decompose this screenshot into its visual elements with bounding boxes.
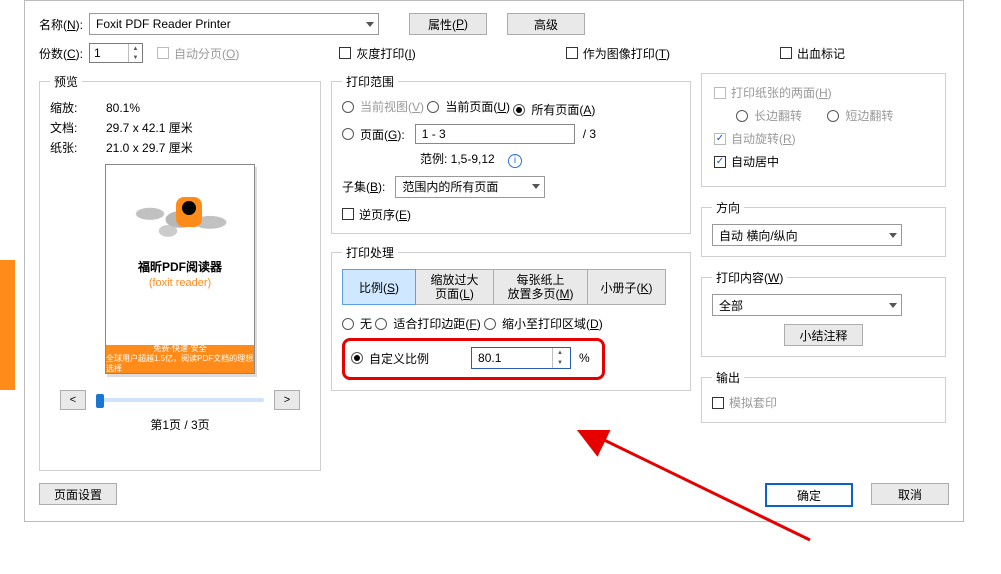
output-group: 输出 模拟套印 xyxy=(701,369,946,423)
copies-input[interactable] xyxy=(90,44,128,62)
print-as-image-label: 作为图像打印(T) xyxy=(583,45,670,62)
chevron-down-icon xyxy=(532,184,540,189)
printer-select[interactable]: Foxit PDF Reader Printer xyxy=(89,13,379,35)
scale-custom-radio[interactable] xyxy=(351,352,363,364)
zoom-label: 缩放: xyxy=(50,98,106,118)
reverse-order-checkbox[interactable] xyxy=(342,208,354,220)
reverse-order-label: 逆页序(E) xyxy=(359,206,411,223)
info-icon[interactable]: i xyxy=(508,154,522,168)
tab-booklet[interactable]: 小册子(K) xyxy=(588,269,666,305)
ok-button[interactable]: 确定 xyxy=(765,483,853,507)
collate-checkbox xyxy=(157,47,169,59)
pages-radio[interactable] xyxy=(342,128,354,140)
print-content-legend: 打印内容(W) xyxy=(712,269,787,286)
auto-rotate-label: 自动旋转(R) xyxy=(731,130,796,147)
cancel-button[interactable]: 取消 xyxy=(871,483,949,505)
duplex-group: 打印纸张的两面(H) 长边翻转 短边翻转 自动旋转(R) 自动居中 xyxy=(701,73,946,187)
page-handling-legend: 打印处理 xyxy=(342,244,398,261)
print-as-image-checkbox[interactable] xyxy=(566,47,578,59)
doc-size-value: 29.7 x 42.1 厘米 xyxy=(106,118,193,138)
short-edge-radio xyxy=(827,110,839,122)
simulate-overprint-label: 模拟套印 xyxy=(729,394,777,411)
copies-label: 份数(C): xyxy=(39,45,83,62)
duplex-checkbox xyxy=(714,87,726,99)
all-pages-radio[interactable] xyxy=(513,104,525,116)
paper-size-value: 21.0 x 29.7 厘米 xyxy=(106,138,193,158)
collate-label: 自动分页(O) xyxy=(174,45,239,62)
print-content-group: 打印内容(W) 全部 小结注释 xyxy=(701,269,946,357)
page-preview: 福昕PDF阅读器 (foxit reader) 免费·快速·安全 全球用户超越1… xyxy=(105,164,255,374)
tab-multiple[interactable]: 每张纸上 放置多页(M) xyxy=(494,269,588,305)
scale-shrink-radio[interactable] xyxy=(484,318,496,330)
page-setup-button[interactable]: 页面设置 xyxy=(39,483,117,505)
summarize-comments-button[interactable]: 小结注释 xyxy=(784,324,862,346)
range-example: 范例: 1,5-9,12 xyxy=(420,152,495,166)
print-range-legend: 打印范围 xyxy=(342,73,398,90)
scale-custom-label: 自定义比例 xyxy=(369,350,429,367)
grayscale-checkbox[interactable] xyxy=(339,47,351,59)
print-dialog: 名称(N): Foxit PDF Reader Printer 属性(P) 高级… xyxy=(24,0,964,522)
print-content-select[interactable]: 全部 xyxy=(712,294,902,316)
logo-icon xyxy=(176,197,202,227)
chevron-down-icon xyxy=(889,233,897,238)
doc-size-label: 文档: xyxy=(50,118,106,138)
subset-select[interactable]: 范围内的所有页面 xyxy=(395,176,545,198)
auto-center-checkbox[interactable] xyxy=(714,156,726,168)
auto-center-label: 自动居中 xyxy=(731,153,779,170)
bleed-marks-label: 出血标记 xyxy=(797,45,845,62)
advanced-button[interactable]: 高级 xyxy=(507,13,585,35)
print-range-group: 打印范围 当前视图(V) 当前页面(U) 所有页面(A) 页面(G): / 3 xyxy=(331,73,691,234)
percent-label: % xyxy=(579,351,590,365)
paper-size-label: 纸张: xyxy=(50,138,106,158)
preview-group: 预览 缩放:80.1% 文档:29.7 x 42.1 厘米 纸张:21.0 x … xyxy=(39,73,321,471)
scale-fit-radio[interactable] xyxy=(375,318,387,330)
scale-none-radio[interactable] xyxy=(342,318,354,330)
custom-scale-spinner[interactable]: ▲▼ xyxy=(471,347,571,369)
simulate-overprint-checkbox[interactable] xyxy=(712,397,724,409)
duplex-label: 打印纸张的两面(H) xyxy=(731,84,832,101)
output-legend: 输出 xyxy=(712,369,744,386)
orientation-select[interactable]: 自动 横向/纵向 xyxy=(712,224,902,246)
properties-button[interactable]: 属性(P) xyxy=(409,13,487,35)
subset-label: 子集(B): xyxy=(342,178,385,195)
page-total: / 3 xyxy=(583,127,596,141)
chevron-down-icon xyxy=(366,22,374,27)
preview-legend: 预览 xyxy=(50,73,82,90)
orientation-legend: 方向 xyxy=(712,199,744,216)
prev-page-button[interactable]: < xyxy=(60,390,86,410)
orientation-group: 方向 自动 横向/纵向 xyxy=(701,199,946,257)
next-page-button[interactable]: > xyxy=(274,390,300,410)
current-page-radio[interactable] xyxy=(427,101,439,113)
page-range-input[interactable] xyxy=(415,124,575,144)
zoom-value: 80.1% xyxy=(106,98,140,118)
custom-scale-highlight: 自定义比例 ▲▼ % xyxy=(342,338,605,380)
tab-tile[interactable]: 缩放过大 页面(L) xyxy=(416,269,494,305)
grayscale-label: 灰度打印(I) xyxy=(356,45,415,62)
page-slider[interactable] xyxy=(96,398,264,402)
long-edge-radio xyxy=(736,110,748,122)
copies-spinner[interactable]: ▲▼ xyxy=(89,43,143,63)
tab-scale[interactable]: 比例(S) xyxy=(342,269,416,305)
page-handling-group: 打印处理 比例(S) 缩放过大 页面(L) 每张纸上 放置多页(M) 小册子(K… xyxy=(331,244,691,391)
page-indicator: 第1页 / 3页 xyxy=(50,416,310,433)
custom-scale-input[interactable] xyxy=(472,348,552,368)
auto-rotate-checkbox xyxy=(714,133,726,145)
current-view-radio xyxy=(342,101,354,113)
name-label: 名称(N): xyxy=(39,16,83,33)
bleed-marks-checkbox[interactable] xyxy=(780,47,792,59)
chevron-down-icon xyxy=(889,303,897,308)
